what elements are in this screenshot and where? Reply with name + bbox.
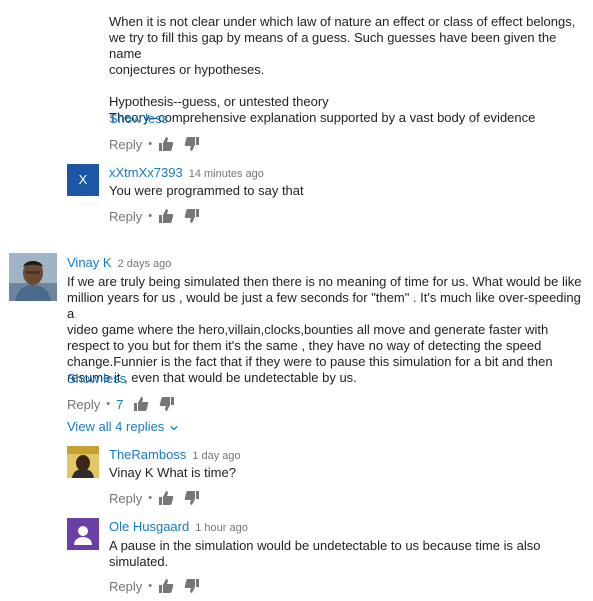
view-replies-label: View all 4 replies <box>67 419 165 434</box>
comment-body: Vinay K What is time? <box>109 465 236 480</box>
separator-dot: • <box>106 398 111 410</box>
avatar-letter: X <box>78 172 88 187</box>
thumbs-down-icon[interactable] <box>184 578 200 594</box>
comment-header: xXtmXx7393 14 minutes ago <box>109 164 264 182</box>
comment-header: Ole Husgaard 1 hour ago <box>109 518 248 536</box>
profile-photo-icon <box>9 253 57 301</box>
comment-body: When it is not clear under which law of … <box>109 14 576 125</box>
comment-body: You were programmed to say that <box>109 183 304 198</box>
avatar[interactable]: X <box>67 164 99 196</box>
separator-dot: • <box>148 210 153 222</box>
profile-photo-icon <box>67 446 99 478</box>
show-less-link[interactable]: Show less <box>109 111 168 127</box>
comment-body: If we are truly being simulated then the… <box>67 274 582 385</box>
timestamp[interactable]: 1 hour ago <box>195 522 248 534</box>
reply-button[interactable]: Reply <box>109 209 142 224</box>
comment-actions: Reply • 7 <box>67 396 185 412</box>
author-name[interactable]: TheRamboss <box>109 447 186 462</box>
avatar[interactable] <box>67 446 99 478</box>
show-less-link[interactable]: Show less <box>67 371 126 387</box>
avatar[interactable] <box>9 253 57 301</box>
thumbs-down-icon[interactable] <box>184 490 200 506</box>
timestamp[interactable]: 14 minutes ago <box>189 168 264 180</box>
comment-header: Vinay K 2 days ago <box>67 254 171 272</box>
author-name[interactable]: xXtmXx7393 <box>109 165 183 180</box>
reply-button[interactable]: Reply <box>109 579 142 594</box>
thumbs-up-icon[interactable] <box>158 490 174 506</box>
thumbs-down-icon[interactable] <box>184 136 200 152</box>
thumbs-up-icon[interactable] <box>158 208 174 224</box>
separator-dot: • <box>148 580 153 592</box>
comment-body: A pause in the simulation would be undet… <box>109 538 541 569</box>
avatar[interactable] <box>67 518 99 550</box>
reply-button[interactable]: Reply <box>109 491 142 506</box>
thumbs-up-icon[interactable] <box>158 136 174 152</box>
default-user-icon <box>67 518 99 550</box>
reply-button[interactable]: Reply <box>109 137 142 152</box>
comment-actions: Reply • <box>109 136 210 152</box>
thumbs-down-icon[interactable] <box>184 208 200 224</box>
comment-header: TheRamboss 1 day ago <box>109 446 241 464</box>
separator-dot: • <box>148 138 153 150</box>
timestamp[interactable]: 2 days ago <box>118 258 172 270</box>
separator-dot: • <box>148 492 153 504</box>
reply-button[interactable]: Reply <box>67 397 100 412</box>
view-replies-button[interactable]: View all 4 replies <box>67 419 178 435</box>
comment-actions: Reply • <box>109 490 210 506</box>
thumbs-down-icon[interactable] <box>159 396 175 412</box>
comment-actions: Reply • <box>109 578 210 594</box>
author-name[interactable]: Ole Husgaard <box>109 519 189 534</box>
timestamp[interactable]: 1 day ago <box>192 450 240 462</box>
thumbs-up-icon[interactable] <box>158 578 174 594</box>
comment-actions: Reply • <box>109 208 210 224</box>
chevron-down-icon <box>170 425 178 431</box>
thumbs-up-icon[interactable] <box>133 396 149 412</box>
like-count: 7 <box>116 396 124 412</box>
author-name[interactable]: Vinay K <box>67 255 112 270</box>
